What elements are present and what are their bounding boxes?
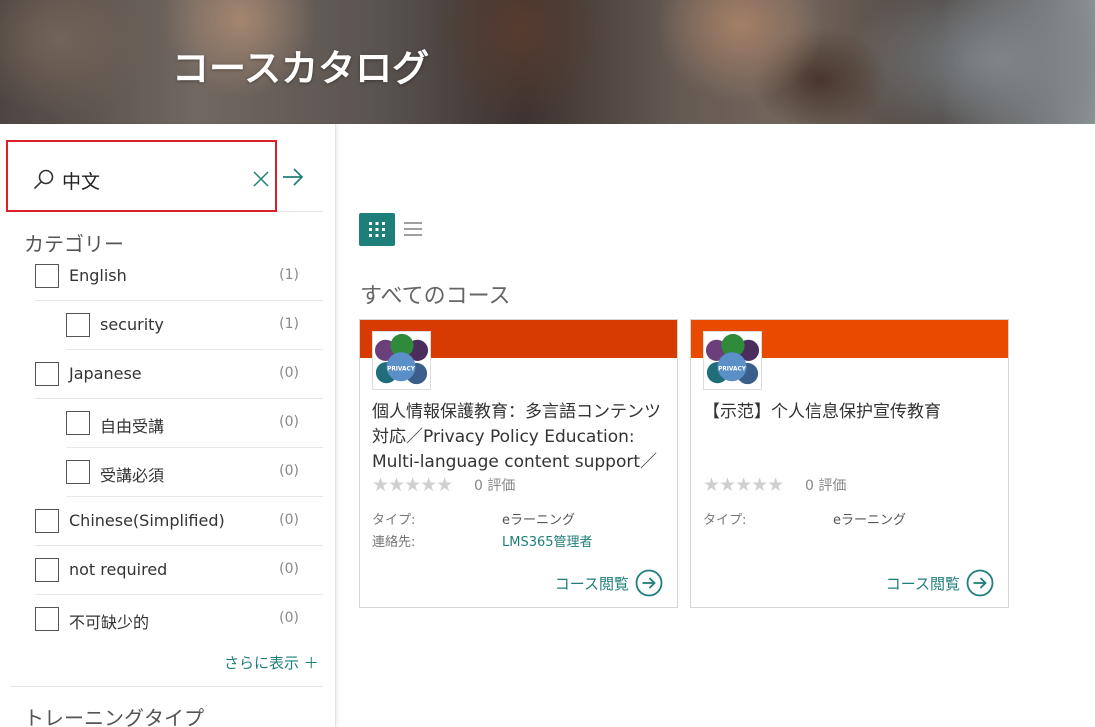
category-item-chinese-simplified[interactable]: Chinese(Simplified) (0) <box>35 497 323 546</box>
arrow-circle-right-icon <box>635 569 663 597</box>
privacy-spheres-icon: PRIVACY <box>705 333 760 385</box>
category-label: security <box>100 315 164 334</box>
checkbox[interactable] <box>35 264 59 288</box>
checkbox[interactable] <box>35 509 59 533</box>
all-courses-heading: すべてのコース <box>360 284 511 309</box>
category-label: English <box>69 266 127 285</box>
clear-icon[interactable] <box>252 170 270 188</box>
thumb-badge-text: PRIVACY <box>387 367 416 373</box>
category-item-indispensable[interactable]: 不可缺少的 (0) <box>35 595 323 644</box>
show-more-link[interactable]: さらに表示 ＋ <box>224 652 319 673</box>
star-rating-icon: ★★★★★ <box>703 474 784 496</box>
header-banner: コースカタログ <box>0 0 1095 124</box>
checkbox[interactable] <box>66 313 90 337</box>
type-value: eラーニング <box>833 513 906 528</box>
category-item-free-attendance[interactable]: 自由受講 (0) <box>66 399 323 448</box>
type-value: eラーニング <box>502 513 575 528</box>
checkbox[interactable] <box>35 362 59 386</box>
filter-sidebar: 中文 カテゴリー English (1) security (1) Japane… <box>0 124 336 727</box>
page-title: コースカタログ <box>172 47 430 90</box>
category-item-required-attendance[interactable]: 受講必須 (0) <box>66 448 323 497</box>
category-label: Chinese(Simplified) <box>69 511 225 530</box>
banner-photo-overlay <box>0 0 1095 124</box>
view-course-label: コース閲覧 <box>554 574 629 593</box>
search-input[interactable]: 中文 <box>62 167 100 194</box>
category-item-english[interactable]: English (1) <box>35 252 323 301</box>
category-label: 自由受講 <box>100 417 165 436</box>
course-title[interactable]: 【示范】个人信息保护宣传教育 <box>703 400 998 425</box>
category-label: 受講必須 <box>100 466 165 485</box>
contact-label: 連絡先: <box>372 535 416 550</box>
search-icon <box>34 169 54 189</box>
category-label: 不可缺少的 <box>69 613 150 632</box>
view-course-button[interactable]: コース閲覧 <box>886 569 994 597</box>
category-list: English (1) security (1) Japanese (0) 自由… <box>35 252 323 644</box>
view-course-label: コース閲覧 <box>885 574 960 593</box>
search-box[interactable]: 中文 <box>6 140 277 212</box>
arrow-right-icon[interactable] <box>282 167 304 187</box>
category-count: (0) <box>279 561 299 577</box>
category-item-security[interactable]: security (1) <box>66 301 323 350</box>
star-rating-icon: ★★★★★ <box>372 474 453 496</box>
search-row: 中文 <box>6 140 323 212</box>
grid-view-button[interactable] <box>359 213 395 246</box>
section-divider <box>10 686 323 687</box>
course-card[interactable]: PRIVACY 個人情報保護教育：多言語コンテンツ対応／Privacy Poli… <box>359 319 678 608</box>
list-view-icon[interactable] <box>404 220 422 238</box>
type-label: タイプ: <box>703 513 747 528</box>
category-count: (1) <box>279 267 299 283</box>
course-title[interactable]: 個人情報保護教育：多言語コンテンツ対応／Privacy Policy Educa… <box>372 400 667 475</box>
category-label: not required <box>69 560 168 579</box>
privacy-spheres-icon: PRIVACY <box>374 333 429 385</box>
training-type-heading: トレーニングタイプ <box>24 706 204 727</box>
course-card[interactable]: PRIVACY 【示范】个人信息保护宣传教育 ★★★★★ 0 評価 タイプ: e… <box>690 319 1009 608</box>
grid-icon <box>369 222 385 237</box>
checkbox[interactable] <box>35 607 59 631</box>
category-count: (0) <box>279 365 299 381</box>
category-item-not-required[interactable]: not required (0) <box>35 546 323 595</box>
type-label: タイプ: <box>372 513 416 528</box>
thumb-badge-text: PRIVACY <box>718 367 747 373</box>
course-thumbnail: PRIVACY <box>372 331 431 390</box>
view-course-button[interactable]: コース閲覧 <box>555 569 663 597</box>
rating-count: 0 評価 <box>474 478 516 494</box>
category-count: (0) <box>279 463 299 479</box>
checkbox[interactable] <box>66 460 90 484</box>
category-label: Japanese <box>69 364 142 383</box>
category-count: (0) <box>279 610 299 626</box>
rating-count: 0 評価 <box>805 478 847 494</box>
category-count: (0) <box>279 512 299 528</box>
category-count: (1) <box>279 316 299 332</box>
category-count: (0) <box>279 414 299 430</box>
category-item-japanese[interactable]: Japanese (0) <box>35 350 323 399</box>
course-thumbnail: PRIVACY <box>703 331 762 390</box>
checkbox[interactable] <box>35 558 59 582</box>
arrow-circle-right-icon <box>966 569 994 597</box>
contact-link[interactable]: LMS365管理者 <box>502 531 593 550</box>
checkbox[interactable] <box>66 411 90 435</box>
